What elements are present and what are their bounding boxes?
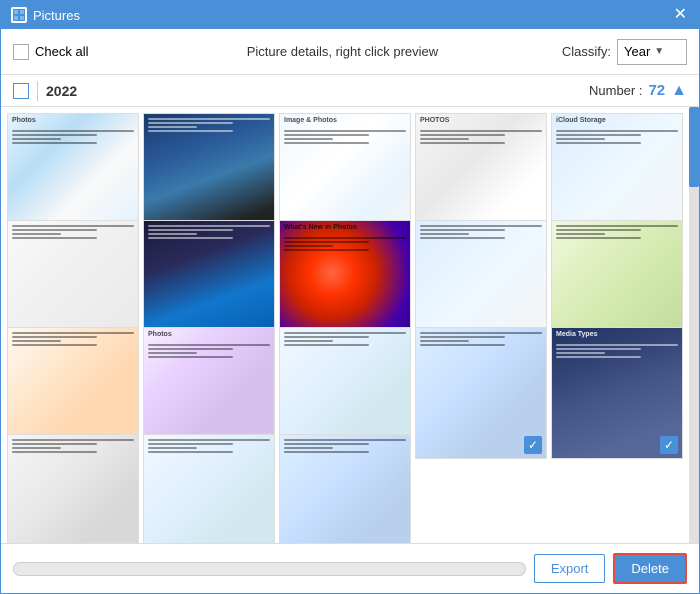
photo-item[interactable]: Media Types	[551, 327, 683, 459]
year-checkbox[interactable]	[13, 83, 29, 99]
photo-thumbnail	[144, 435, 274, 543]
check-all-label: Check all	[35, 44, 88, 59]
footer: Export Delete	[1, 543, 699, 593]
collapse-icon[interactable]: ▲	[671, 82, 687, 100]
close-button[interactable]: ✕	[672, 7, 689, 23]
window-title: Pictures	[33, 8, 80, 23]
year-label: 2022	[46, 83, 77, 99]
photo-item[interactable]	[279, 434, 411, 543]
toolbar-hint: Picture details, right click preview	[123, 44, 562, 59]
delete-button[interactable]: Delete	[613, 553, 687, 584]
title-bar: Pictures ✕	[1, 1, 699, 29]
photo-item[interactable]	[415, 327, 547, 459]
export-button[interactable]: Export	[534, 554, 606, 583]
check-all-area[interactable]: Check all	[13, 44, 123, 60]
classify-dropdown[interactable]: Year ▼	[617, 39, 687, 65]
photo-label: PHOTOS	[420, 117, 449, 125]
year-divider	[37, 81, 38, 101]
photo-item[interactable]	[7, 434, 139, 543]
classify-value: Year	[624, 44, 650, 59]
content-area: Photos Image & Photos PHOTOS iCloud Storage…	[1, 107, 699, 543]
photo-checkbox[interactable]	[660, 436, 678, 454]
photo-label: Photos	[12, 117, 36, 125]
photo-checkbox[interactable]	[524, 436, 542, 454]
photo-thumbnail	[8, 435, 138, 543]
photo-label: Media Types	[556, 331, 598, 339]
pictures-window: Pictures ✕ Check all Picture details, ri…	[0, 0, 700, 594]
classify-label: Classify:	[562, 44, 611, 59]
number-label: Number :	[589, 83, 642, 98]
photo-label: Photos	[148, 331, 172, 339]
photo-grid: Photos Image & Photos PHOTOS iCloud Storage…	[1, 107, 689, 543]
scrollbar-thumb[interactable]	[689, 107, 699, 187]
year-section: 2022 Number : 72 ▲	[1, 75, 699, 107]
toolbar: Check all Picture details, right click p…	[1, 29, 699, 75]
check-all-checkbox[interactable]	[13, 44, 29, 60]
photo-thumbnail	[280, 435, 410, 543]
number-count: 72	[648, 82, 665, 99]
number-info: Number : 72 ▲	[589, 82, 687, 100]
photo-label: What's New in Photos	[284, 224, 357, 232]
scrollbar-track[interactable]	[689, 107, 699, 543]
photo-label: Image & Photos	[284, 117, 337, 125]
photo-label: iCloud Storage	[556, 117, 606, 125]
title-bar-left: Pictures	[11, 7, 80, 23]
toolbar-right: Classify: Year ▼	[562, 39, 687, 65]
chevron-down-icon: ▼	[654, 46, 664, 57]
progress-bar	[13, 562, 526, 576]
photo-item[interactable]	[143, 434, 275, 543]
pictures-icon	[11, 7, 27, 23]
